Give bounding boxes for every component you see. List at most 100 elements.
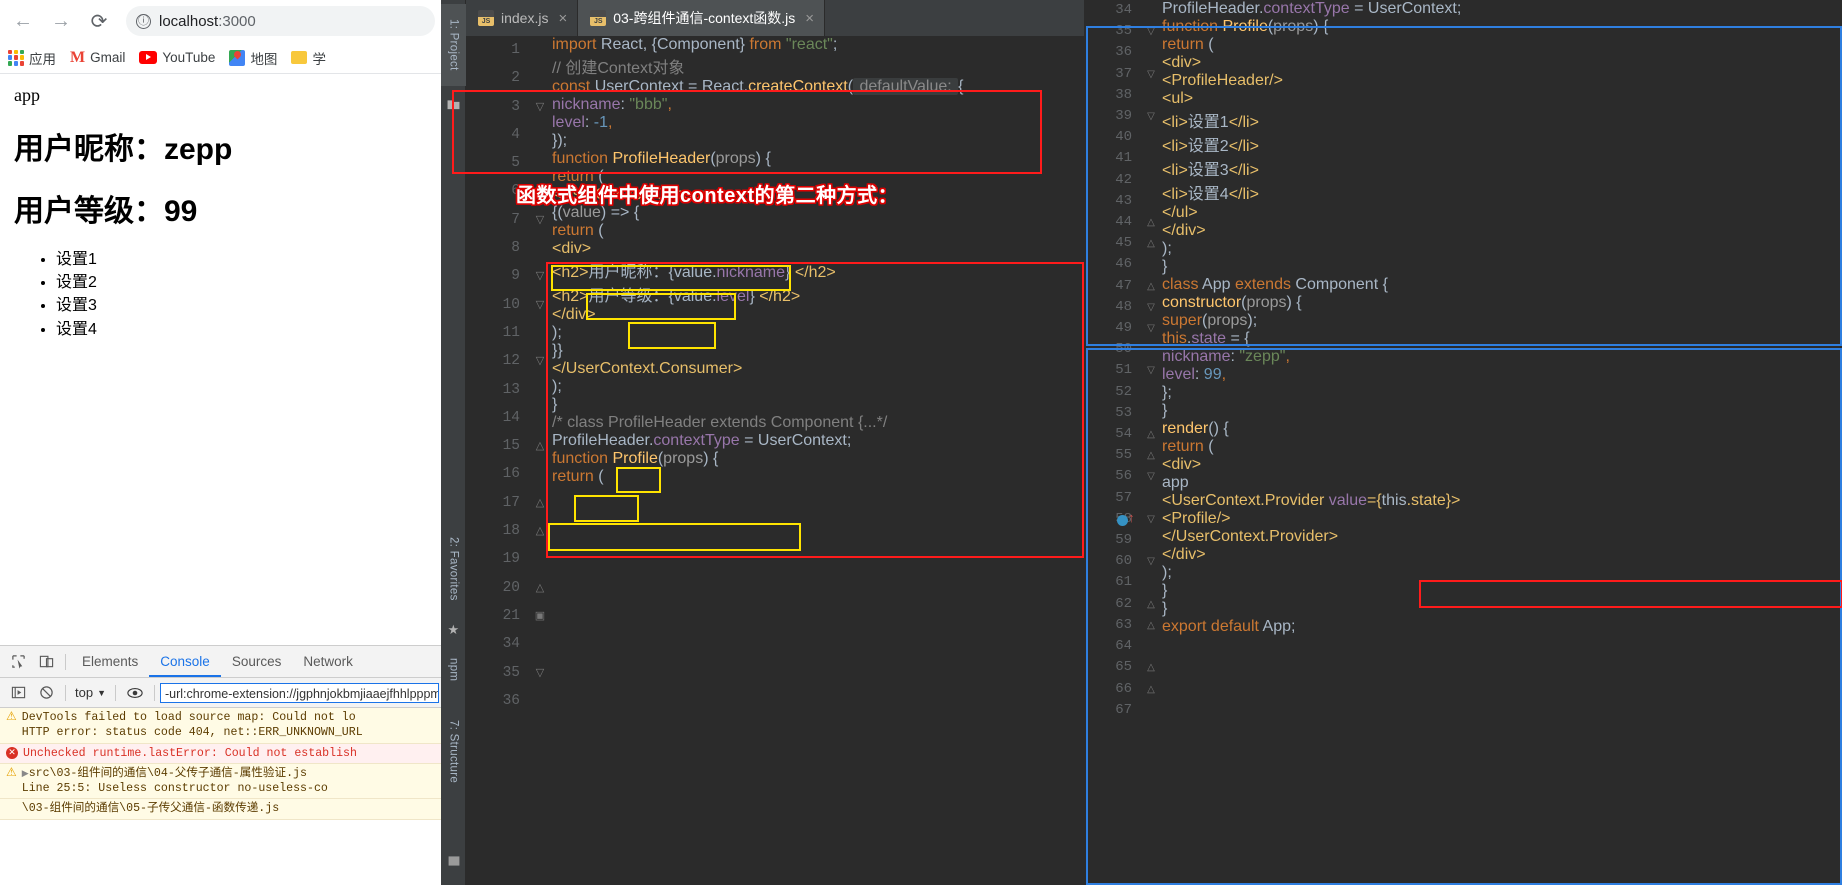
console-message-row[interactable]: ⚠ ▶src\03-组件间的通信\04-父传子通信-属性验证.js Line 2…	[0, 763, 441, 800]
fold-marker[interactable]: △	[1142, 212, 1160, 233]
code-line[interactable]: <ul>	[1162, 90, 1461, 108]
back-button[interactable]: ←	[6, 4, 40, 38]
code-line[interactable]: <li>设置3</li>	[1162, 156, 1461, 180]
fold-marker[interactable]: △	[1142, 615, 1160, 636]
code-line[interactable]: level: -1,	[552, 114, 963, 132]
favorites-star-icon[interactable]: ★	[441, 620, 466, 640]
live-expression-icon[interactable]	[121, 680, 149, 706]
code-line[interactable]: class App extends Component {	[1162, 276, 1461, 294]
code-line[interactable]: }	[1162, 402, 1461, 420]
fold-marker[interactable]: ▽	[530, 659, 550, 687]
code-line[interactable]: }}	[552, 342, 963, 360]
fold-marker[interactable]: ▽	[1142, 360, 1160, 381]
code-line[interactable]: ProfileHeader.contextType = UserContext;	[552, 432, 963, 450]
tool-window-favorites[interactable]: 2: Favorites	[441, 520, 466, 618]
breakpoint-marker[interactable]	[1117, 515, 1128, 526]
device-toolbar-icon[interactable]	[32, 649, 60, 675]
code-line[interactable]: function ProfileHeader(props) {	[552, 150, 963, 168]
fold-marker[interactable]: ▽	[1142, 551, 1160, 572]
code-line[interactable]: <div>	[1162, 54, 1461, 72]
code-line[interactable]: import React, {Component} from "react";	[552, 36, 963, 54]
code-line[interactable]: </UserContext.Consumer>	[552, 360, 963, 378]
bookmark-maps[interactable]: 地图	[229, 48, 277, 68]
fold-marker[interactable]	[530, 545, 550, 573]
fold-marker[interactable]: ▽	[1142, 106, 1160, 127]
expand-arrow-icon[interactable]: ▶	[22, 769, 29, 779]
fold-marker[interactable]	[1142, 382, 1160, 403]
fold-marker[interactable]	[530, 460, 550, 488]
code-line[interactable]: );	[552, 378, 963, 396]
code-line[interactable]: ProfileHeader.contextType = UserContext;	[1162, 0, 1461, 18]
code-line[interactable]: const UserContext = React.createContext(…	[552, 78, 963, 96]
fold-marker[interactable]	[530, 630, 550, 658]
fold-marker[interactable]	[530, 149, 550, 177]
code-line[interactable]: <li>设置2</li>	[1162, 132, 1461, 156]
code-line[interactable]: return (	[1162, 438, 1461, 456]
fold-marker[interactable]	[530, 404, 550, 432]
fold-marker[interactable]: △	[1142, 445, 1160, 466]
fold-marker[interactable]	[530, 121, 550, 149]
code-line[interactable]: };	[1162, 384, 1461, 402]
bookmark-youtube[interactable]: YouTube	[139, 50, 215, 65]
fold-marker[interactable]: △	[1142, 657, 1160, 678]
code-line[interactable]: return (	[552, 168, 963, 186]
code-line[interactable]: return (	[552, 222, 963, 240]
fold-marker[interactable]: ▽	[1142, 466, 1160, 487]
fold-marker[interactable]	[1142, 127, 1160, 148]
code-line[interactable]: return (	[1162, 36, 1461, 54]
code-line[interactable]: // 创建Context对象	[552, 54, 963, 78]
fold-marker[interactable]: ▽	[530, 93, 550, 121]
code-line[interactable]: /* class ProfileHeader extends Component…	[552, 414, 963, 432]
execute-icon[interactable]	[4, 680, 32, 706]
fold-marker[interactable]	[530, 234, 550, 262]
context-selector[interactable]: top ▼	[71, 685, 110, 700]
fold-marker[interactable]	[1142, 636, 1160, 657]
fold-marker[interactable]	[1142, 85, 1160, 106]
code-line[interactable]: <li>设置1</li>	[1162, 108, 1461, 132]
fold-marker[interactable]	[1142, 191, 1160, 212]
fold-marker[interactable]	[1142, 0, 1160, 21]
code-line[interactable]: constructor(props) {	[1162, 294, 1461, 312]
fold-marker[interactable]	[1142, 403, 1160, 424]
code-line[interactable]: </div>	[1162, 222, 1461, 240]
fold-marker[interactable]: ▣	[530, 602, 550, 630]
code-line[interactable]: <div>	[1162, 456, 1461, 474]
fold-marker[interactable]	[530, 687, 550, 715]
fold-marker[interactable]: ▽	[1142, 318, 1160, 339]
fold-marker[interactable]: ▽	[530, 291, 550, 319]
tab-sources[interactable]: Sources	[221, 646, 293, 677]
code-line[interactable]: );	[1162, 564, 1461, 582]
code-line[interactable]: {(value) => {	[552, 204, 963, 222]
fold-marker[interactable]: △	[1142, 233, 1160, 254]
fold-marker[interactable]: △	[530, 432, 550, 460]
site-info-icon[interactable]: ⓘ	[136, 13, 151, 29]
fold-marker[interactable]: △	[1142, 594, 1160, 615]
code-line[interactable]: function Profile(props) {	[1162, 18, 1461, 36]
file-tab-index-js[interactable]: index.js ×	[466, 0, 579, 36]
reload-button[interactable]: ⟳	[82, 4, 116, 38]
fold-marker[interactable]: ▽	[530, 262, 550, 290]
fold-marker[interactable]: △	[530, 517, 550, 545]
tool-window-structure[interactable]: 7: Structure	[441, 700, 466, 804]
code-line[interactable]: </UserContext.Provider>	[1162, 528, 1461, 546]
fold-marker[interactable]: ▽	[1142, 64, 1160, 85]
code-line[interactable]: level: 99,	[1162, 366, 1461, 384]
code-line[interactable]: </div>	[552, 306, 963, 324]
bookmark-apps[interactable]: 应用	[8, 48, 56, 68]
fold-marker[interactable]	[530, 36, 550, 64]
fold-marker[interactable]	[530, 319, 550, 347]
fold-marker[interactable]: ▽	[1142, 509, 1160, 530]
code-line[interactable]: }	[1162, 258, 1461, 276]
code-line[interactable]: return (	[552, 468, 963, 486]
code-line[interactable]: nickname: "bbb",	[552, 96, 963, 114]
console-filter-input[interactable]: -url:chrome-extension://jgphnjokbmjiaaej…	[160, 682, 439, 703]
fold-marker[interactable]: △	[1142, 679, 1160, 700]
fold-marker[interactable]	[1142, 170, 1160, 191]
fold-marker[interactable]	[1142, 700, 1160, 721]
code-line[interactable]: }	[1162, 582, 1461, 600]
fold-marker[interactable]	[530, 376, 550, 404]
fold-marker[interactable]	[1142, 339, 1160, 360]
code-line[interactable]: function Profile(props) {	[552, 450, 963, 468]
fold-marker[interactable]	[1142, 148, 1160, 169]
console-message-row[interactable]: ⚠ DevTools failed to load source map: Co…	[0, 708, 441, 744]
